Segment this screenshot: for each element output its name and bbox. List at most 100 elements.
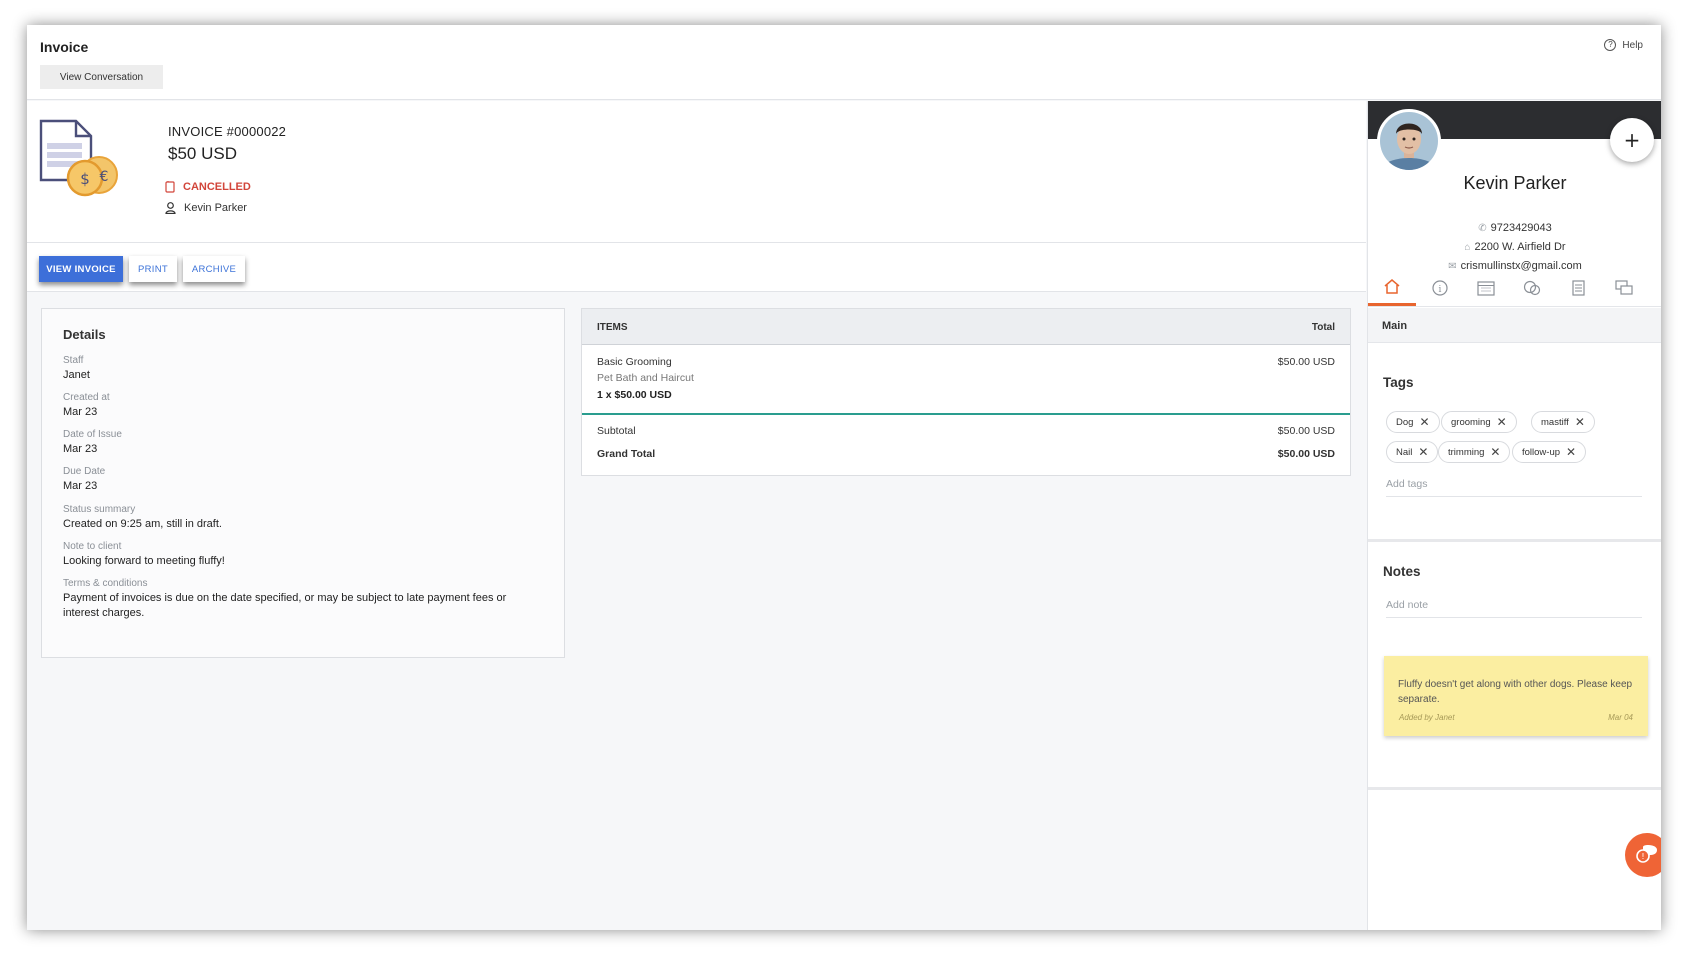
svg-text:€: € [100, 169, 109, 185]
section-divider [1368, 787, 1661, 790]
cancelled-icon [165, 181, 175, 193]
item-quantity: 1 x $50.00 USD [597, 389, 672, 401]
chat-icon: ! [1636, 844, 1657, 863]
detail-value: Looking forward to meeting fluffy! [63, 555, 225, 567]
page-title: Invoice [40, 39, 89, 55]
detail-field-issue-date: Date of Issue Mar 23 [63, 429, 533, 457]
detail-value: Created on 9:25 am, still in draft. [63, 518, 222, 530]
tag-nail[interactable]: Nail ✕ [1386, 441, 1439, 463]
view-invoice-button[interactable]: VIEW INVOICE [39, 256, 123, 282]
subtotal-label: Subtotal [597, 425, 636, 437]
close-icon[interactable]: ✕ [1566, 445, 1576, 459]
tag-follow-up[interactable]: follow-up ✕ [1512, 441, 1587, 463]
detail-field-status: Status summary Created on 9:25 am, still… [63, 504, 533, 532]
view-conversation-button[interactable]: View Conversation [40, 65, 163, 89]
documents-icon[interactable] [1554, 269, 1602, 306]
client-icon-tabs: i [1368, 269, 1661, 307]
add-note-input[interactable]: Add note [1386, 596, 1642, 618]
detail-label: Terms & conditions [63, 578, 148, 589]
add-button[interactable]: + [1610, 118, 1654, 162]
close-icon[interactable]: ✕ [1490, 445, 1500, 459]
subtotal-value: $50.00 USD [1277, 425, 1335, 437]
items-table-header: ITEMS Total [582, 309, 1350, 345]
detail-label: Due Date [63, 466, 106, 477]
home-icon[interactable] [1368, 269, 1416, 306]
total-column-header: Total [1311, 322, 1335, 333]
tags-title: Tags [1383, 375, 1414, 390]
item-total: $50.00 USD [1277, 356, 1335, 368]
note-author: Added by Janet [1399, 713, 1455, 722]
top-bar: Invoice View Conversation ? Help [27, 25, 1661, 100]
client-address: ⌂ 2200 W. Airfield Dr [1368, 241, 1661, 253]
calendar-icon[interactable] [1462, 269, 1510, 306]
close-icon[interactable]: ✕ [1575, 415, 1585, 429]
invoice-client: Kevin Parker [165, 202, 247, 214]
invoice-amount: $50 USD [168, 144, 237, 163]
chat-button[interactable]: ! [1625, 833, 1661, 877]
help-icon: ? [1604, 39, 1617, 51]
action-tabs: VIEW INVOICE PRINT ARCHIVE [27, 243, 1366, 292]
help-label: Help [1622, 39, 1643, 51]
tag-grooming[interactable]: grooming ✕ [1441, 411, 1517, 433]
close-icon[interactable]: ✕ [1497, 415, 1507, 429]
detail-field-terms: Terms & conditions Payment of invoices i… [63, 578, 533, 621]
detail-field-staff: Staff Janet [63, 355, 533, 383]
pets-icon[interactable] [1508, 269, 1556, 306]
info-icon[interactable]: i [1416, 269, 1464, 306]
grand-total-value: $50.00 USD [1277, 448, 1335, 460]
svg-text:i: i [1439, 285, 1442, 295]
invoice-number: INVOICE #0000022 [168, 124, 287, 139]
main-section-label: Main [1368, 308, 1661, 343]
detail-label: Status summary [63, 504, 136, 515]
tag-label: mastiff [1541, 416, 1569, 428]
home-small-icon: ⌂ [1464, 242, 1471, 253]
tag-mastiff[interactable]: mastiff ✕ [1531, 411, 1595, 433]
user-icon [165, 202, 176, 214]
detail-value: Janet [63, 369, 90, 381]
client-panel: + Kevin Parker ✆ 9723429043 ⌂ 2200 W. Airf… [1367, 101, 1661, 930]
print-button[interactable]: PRINT [129, 256, 177, 282]
close-icon[interactable]: ✕ [1418, 445, 1428, 459]
tag-dog[interactable]: Dog ✕ [1386, 411, 1440, 433]
svg-text:!: ! [1641, 852, 1644, 861]
tag-label: Dog [1396, 416, 1414, 428]
invoice-header: $ € INVOICE #0000022 $50 USD CANCELLED K… [27, 101, 1366, 243]
client-name-label: Kevin Parker [184, 202, 247, 214]
details-title: Details [63, 327, 106, 342]
client-name: Kevin Parker [1463, 173, 1567, 193]
detail-label: Staff [63, 355, 84, 366]
add-tags-input[interactable]: Add tags [1386, 475, 1642, 497]
note-card[interactable]: Fluffy doesn't get along with other dogs… [1384, 656, 1648, 736]
help-link[interactable]: ? Help [1604, 39, 1643, 51]
detail-value: Mar 23 [63, 480, 98, 492]
tag-trimming[interactable]: trimming ✕ [1438, 441, 1511, 463]
detail-label: Note to client [63, 541, 122, 552]
avatar-image [1380, 112, 1438, 170]
address-value: 2200 W. Airfield Dr [1474, 241, 1566, 253]
status-badge: CANCELLED [183, 181, 251, 193]
close-icon[interactable]: ✕ [1419, 415, 1429, 429]
avatar[interactable] [1377, 109, 1441, 173]
phone-icon: ✆ [1478, 223, 1487, 234]
tag-label: follow-up [1522, 446, 1561, 458]
note-date: Mar 04 [1608, 713, 1633, 722]
item-description: Pet Bath and Haircut [597, 372, 694, 384]
messages-icon[interactable] [1600, 269, 1648, 306]
invoice-window: Invoice View Conversation ? Help $ € INV… [27, 25, 1661, 930]
detail-value: Payment of invoices is due on the date s… [63, 592, 507, 619]
archive-button[interactable]: ARCHIVE [183, 256, 245, 282]
detail-field-note: Note to client Looking forward to meetin… [63, 541, 533, 569]
main-label-text: Main [1382, 320, 1408, 332]
note-text: Fluffy doesn't get along with other dogs… [1398, 679, 1633, 705]
invoice-status: CANCELLED [165, 181, 251, 193]
notes-title: Notes [1383, 564, 1421, 579]
grand-total-label: Grand Total [597, 448, 656, 460]
table-row: Basic Grooming Pet Bath and Haircut 1 x … [582, 345, 1350, 415]
tag-label: trimming [1448, 446, 1485, 458]
items-card: ITEMS Total Basic Grooming Pet Bath and … [581, 308, 1351, 476]
client-phone: ✆ 9723429043 [1368, 222, 1661, 234]
tag-label: Nail [1396, 446, 1413, 458]
detail-field-due-date: Due Date Mar 23 [63, 466, 533, 494]
section-divider [1368, 539, 1661, 542]
detail-field-created: Created at Mar 23 [63, 392, 533, 420]
